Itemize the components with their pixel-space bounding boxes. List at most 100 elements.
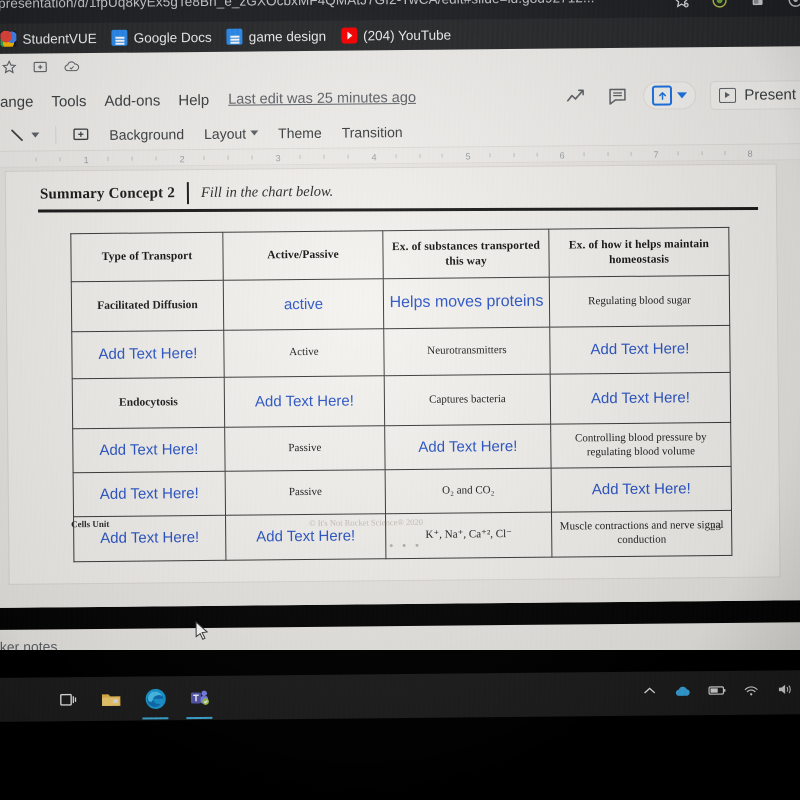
comment-history-icon[interactable] (605, 84, 629, 108)
column-header-substances: Ex. of substances transported this way (382, 229, 550, 279)
menu-addons[interactable]: Add-ons (95, 89, 169, 113)
ruler-mark: 1 (83, 155, 89, 166)
cell-substances[interactable]: Add Text Here! (384, 424, 552, 470)
layout-label: Layout (203, 125, 247, 142)
chrome-menu-icon[interactable] (784, 0, 800, 10)
cell-homeostasis[interactable]: Controlling blood pressure by regulating… (550, 422, 732, 469)
cell-transport-type[interactable]: Add Text Here! (71, 330, 225, 379)
bookmark-game-design[interactable]: game design (225, 26, 334, 47)
chevron-down-icon[interactable] (250, 130, 259, 136)
activity-dashboard-icon[interactable] (565, 85, 591, 107)
cell-transport-type[interactable]: Add Text Here! (73, 471, 226, 517)
studentvue-icon (0, 30, 17, 47)
ruler-mark: 7 (653, 149, 659, 160)
share-button[interactable] (643, 81, 697, 110)
present-button[interactable]: Present (710, 79, 800, 110)
add-comment-button[interactable] (62, 122, 99, 146)
ruler-mark: 5 (465, 151, 471, 162)
toolbar-divider (55, 125, 57, 144)
file-explorer-icon[interactable] (96, 682, 126, 716)
chevron-down-icon[interactable] (31, 132, 40, 138)
cloud-saved-icon[interactable] (63, 58, 81, 80)
menu-help[interactable]: Help (169, 88, 218, 111)
cell-substances[interactable]: Captures bacteria (384, 374, 551, 426)
wifi-icon[interactable] (742, 681, 760, 699)
slide-footer-unit: Cells Unit (71, 518, 110, 530)
slide-page[interactable]: Summary Concept 2 Fill in the chart belo… (5, 164, 780, 584)
youtube-icon (340, 27, 358, 44)
present-label: Present (744, 85, 797, 104)
cell-substances[interactable]: Neurotransmitters (383, 327, 551, 376)
screen-content: presentation/d/1fpUq8kyEx5gTe8Bh_e_zGXOc… (0, 0, 800, 724)
slide-canvas[interactable]: Summary Concept 2 Fill in the chart belo… (0, 160, 800, 640)
bookmark-google-docs[interactable]: Google Docs (110, 27, 220, 48)
cell-homeostasis[interactable]: Add Text Here! (549, 325, 731, 375)
column-header-type-of-transport: Type of Transport (70, 232, 224, 282)
show-hidden-icons-chevron[interactable] (640, 682, 658, 700)
volume-icon[interactable] (776, 680, 794, 698)
microsoft-teams-icon[interactable] (184, 681, 214, 715)
bookmark-studentvue[interactable]: StudentVUE (0, 28, 105, 49)
cell-homeostasis[interactable]: Muscle contractions and nerve signal con… (551, 510, 732, 558)
table-header-row: Type of Transport Active/Passive Ex. of … (70, 227, 730, 282)
layout-button[interactable]: Layout (194, 121, 268, 146)
cell-substances[interactable]: O₂ and CO₂ (385, 468, 552, 514)
photographed-laptop-screen: presentation/d/1fpUq8kyEx5gTe8Bh_e_zGXOc… (0, 0, 800, 800)
bookmark-star-icon[interactable] (670, 0, 692, 11)
windows-taskbar (0, 650, 800, 800)
slide-page-number: 23 (710, 521, 722, 534)
cell-active-passive[interactable]: active (223, 278, 384, 331)
chevron-down-icon[interactable] (677, 92, 688, 99)
ruler-mark: 2 (179, 154, 185, 165)
address-bar-url[interactable]: presentation/d/1fpUq8kyEx5gTe8Bh_e_zGXOc… (0, 0, 595, 11)
taskbar-apps (0, 681, 214, 717)
bookmark-youtube[interactable]: (204) YouTube (339, 24, 459, 45)
browser-toolbar-icons (670, 0, 800, 11)
ruler-mark: 8 (747, 148, 753, 159)
table-row: Facilitated Diffusion active Helps moves… (71, 275, 730, 332)
cell-active-passive[interactable]: Add Text Here! (224, 375, 385, 428)
system-tray (640, 680, 794, 699)
menu-tools[interactable]: Tools (42, 89, 95, 113)
slide-instruction: Fill in the chart below. (200, 183, 334, 201)
google-docs-icon (111, 29, 128, 46)
task-view-icon[interactable] (52, 682, 82, 716)
cell-active-passive[interactable]: Active (223, 328, 385, 378)
slide-decoration-dots: • • • (389, 539, 423, 553)
cell-transport-type[interactable]: Add Text Here! (72, 427, 226, 473)
cell-homeostasis[interactable]: Regulating blood sugar (549, 275, 730, 328)
extension-puzzle-icon[interactable] (708, 0, 730, 11)
ruler-mark: 6 (559, 150, 565, 161)
theme-button[interactable]: Theme (268, 120, 332, 145)
background-button[interactable]: Background (99, 122, 194, 147)
profile-icon[interactable] (746, 0, 768, 11)
transition-button[interactable]: Transition (332, 119, 413, 144)
transport-chart-table[interactable]: Type of Transport Active/Passive Ex. of … (70, 226, 733, 563)
cell-substances[interactable]: Helps moves proteins (383, 277, 550, 329)
cell-homeostasis[interactable]: Add Text Here! (550, 372, 731, 425)
column-header-active-passive: Active/Passive (222, 230, 384, 281)
table-row: Add Text Here! Active Neurotransmitters … (71, 325, 731, 379)
star-icon[interactable] (1, 59, 18, 81)
last-edit-status[interactable]: Last edit was 25 minutes ago (228, 90, 416, 108)
bookmark-label: game design (248, 28, 327, 45)
cell-transport-type[interactable]: Facilitated Diffusion (71, 280, 224, 332)
bookmark-label: StudentVUE (22, 30, 97, 47)
move-to-folder-icon[interactable] (32, 58, 49, 80)
cell-active-passive[interactable]: Passive (224, 425, 386, 472)
battery-icon[interactable] (708, 681, 726, 699)
line-tool-button[interactable] (0, 123, 49, 147)
onedrive-icon[interactable] (674, 681, 692, 699)
slide-footer-copyright: © It's Not Rocket Science® 2020 (309, 516, 423, 528)
microsoft-edge-icon[interactable] (140, 681, 170, 715)
cell-homeostasis[interactable]: Add Text Here! (551, 466, 732, 513)
ruler-mark: 4 (371, 152, 377, 163)
menu-arrange[interactable]: ange (0, 90, 43, 113)
present-play-icon (719, 87, 737, 103)
cell-transport-type[interactable]: Endocytosis (72, 377, 225, 429)
title-divider (186, 182, 190, 205)
column-header-homeostasis: Ex. of how it helps maintain homeostasis (548, 227, 730, 278)
taskbar-strip (0, 670, 800, 722)
cell-active-passive[interactable]: Passive (225, 469, 386, 516)
table-row: Add Text Here! Passive O₂ and CO₂ Add Te… (73, 466, 732, 517)
